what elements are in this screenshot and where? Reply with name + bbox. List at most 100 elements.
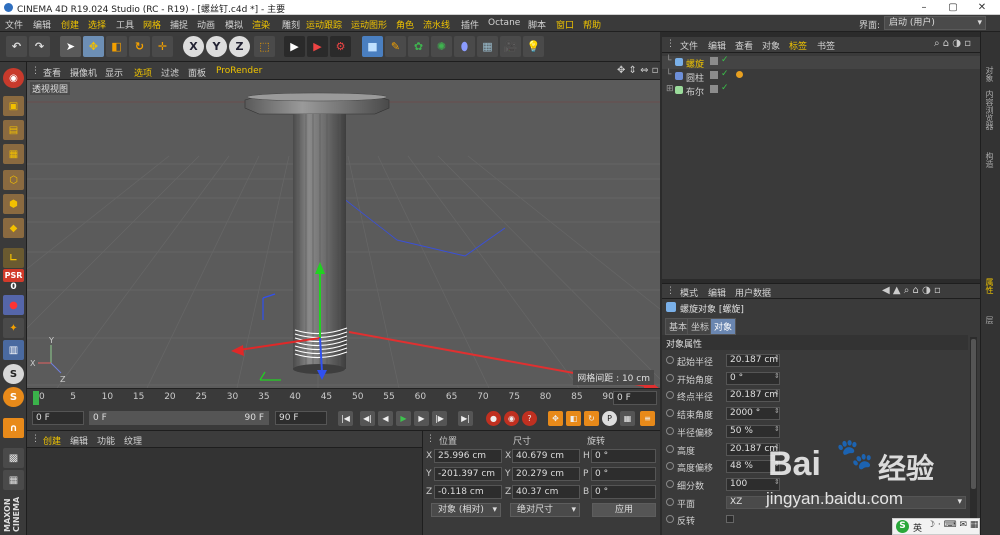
stepper-icon[interactable]: ⇕ (774, 407, 780, 415)
ime-tool-icons[interactable]: ☽ · ⌨ ✉ ▦ (927, 520, 978, 530)
material-menu-item[interactable]: 编辑 (70, 434, 88, 447)
checker-icon[interactable]: ▦ (3, 470, 24, 490)
timeline-menu-button[interactable]: ≡ (640, 411, 655, 426)
z-axis-arrow[interactable] (317, 370, 327, 380)
edges-mode-icon[interactable]: ⬢ (3, 194, 24, 214)
animate-radio[interactable] (666, 515, 674, 524)
snap-icon[interactable]: ✦ (3, 318, 24, 338)
key-rotation-button[interactable]: ↻ (584, 411, 599, 426)
points-mode-icon[interactable]: ⬡ (3, 170, 24, 190)
stepper-icon[interactable]: ⇕ (774, 372, 780, 380)
array-button[interactable]: ✺ (431, 36, 452, 57)
menu-item[interactable]: 运动图形 (351, 18, 387, 31)
am-nav-icons[interactable]: ◀ ▲ ⌕ ⌂ ◑ ▫ (882, 285, 941, 296)
reverse-checkbox[interactable] (726, 515, 734, 524)
key-scale-button[interactable]: ◧ (566, 411, 581, 426)
make-editable-icon[interactable]: ◉ (3, 68, 24, 88)
menu-item[interactable]: 模拟 (225, 18, 243, 31)
key-pla-button[interactable]: ▦ (620, 411, 635, 426)
animate-radio[interactable] (666, 497, 674, 506)
attribute-manager-menu-item[interactable]: 模式 (680, 286, 698, 299)
subdivision-button[interactable]: ✿ (408, 36, 429, 57)
perspective-viewport[interactable]: Y X Z 透视视图 网格间距 : 10 cm (27, 80, 660, 388)
object-row[interactable]: ⊞ 布尔 ✓ (662, 83, 980, 98)
prev-key-button[interactable]: ◀| (360, 411, 375, 426)
menu-item[interactable]: 渲染 (252, 18, 270, 31)
floor-button[interactable]: ▦ (477, 36, 498, 57)
attribute-value-field[interactable]: 20.187 cm (726, 354, 780, 367)
key-position-button[interactable]: ✥ (548, 411, 563, 426)
attribute-manager-menu-item[interactable]: 用户数据 (735, 286, 771, 299)
animate-radio[interactable] (666, 356, 674, 364)
y-axis-button[interactable]: Y (206, 36, 227, 57)
animate-radio[interactable] (666, 479, 674, 488)
solo-icon[interactable]: S (3, 364, 24, 384)
next-frame-button[interactable]: ▶ (414, 411, 429, 426)
animate-radio[interactable] (666, 444, 674, 453)
animate-radio[interactable] (666, 426, 674, 435)
keyframe-selection-button[interactable]: ? (522, 411, 537, 426)
rotation-field[interactable]: 0 ° (591, 449, 656, 463)
object-row[interactable]: └ 螺旋 ✓ (662, 55, 980, 70)
size-mode-select[interactable]: 绝对尺寸 ▾ (510, 503, 580, 517)
visibility-dots-icon[interactable] (710, 57, 718, 65)
menu-item[interactable]: 文件 (5, 18, 23, 31)
x-axis-button[interactable]: X (183, 36, 204, 57)
play-button[interactable]: ▶ (396, 411, 411, 426)
soft-selection-icon[interactable]: ▥ (3, 340, 24, 360)
pen-spline-button[interactable]: ✎ (385, 36, 406, 57)
side-tab[interactable]: 构造 (984, 152, 995, 168)
render-settings-button[interactable]: ⚙ (330, 36, 351, 57)
size-field[interactable]: 20.279 cm (512, 467, 580, 481)
menu-item[interactable]: 网格 (143, 18, 161, 31)
ime-language[interactable]: 英 (913, 521, 922, 534)
menu-item[interactable]: 流水线 (423, 18, 450, 31)
material-menu-item[interactable]: 创建 (43, 434, 61, 447)
menu-item[interactable]: 创建 (61, 18, 79, 31)
maximize-button[interactable]: ▢ (941, 1, 965, 14)
autokey-button[interactable]: ◉ (504, 411, 519, 426)
rotation-field[interactable]: 0 ° (591, 467, 656, 481)
stepper-icon[interactable]: ⇕ (774, 425, 780, 433)
attribute-tab[interactable]: 对象 (710, 318, 737, 335)
visibility-dots-icon[interactable] (710, 71, 718, 79)
object-manager-menu-item[interactable]: 查看 (735, 39, 753, 52)
menu-item[interactable]: 运动跟踪 (306, 18, 342, 31)
side-tab[interactable]: 对象 (984, 66, 995, 82)
viewport-menu-item[interactable]: ProRender (216, 66, 262, 76)
record-button[interactable]: ● (486, 411, 501, 426)
undo-button[interactable]: ↶ (6, 36, 27, 57)
tweak-mode-icon[interactable]: ● (3, 295, 24, 315)
menu-item[interactable]: 动画 (197, 18, 215, 31)
size-field[interactable]: 40.37 cm (512, 485, 580, 499)
side-tab[interactable]: 内容浏览器 (984, 90, 995, 130)
grid-icon[interactable]: ▩ (3, 448, 24, 468)
viewport-menu-item[interactable]: 显示 (105, 66, 123, 79)
start-frame-field[interactable]: 0 F (32, 411, 84, 425)
minimize-button[interactable]: – (912, 1, 936, 14)
object-row[interactable]: └ 圆柱 ✓ (662, 69, 980, 84)
attribute-manager-menu-item[interactable]: 编辑 (708, 286, 726, 299)
scale-tool-button[interactable]: ◧ (106, 36, 127, 57)
menu-item[interactable]: 工具 (116, 18, 134, 31)
cube-object-button[interactable]: ■ (362, 36, 383, 57)
coordinate-system-button[interactable]: ⬚ (254, 36, 275, 57)
ime-toolbar[interactable]: S 英 ☽ · ⌨ ✉ ▦ (892, 518, 980, 535)
size-field[interactable]: 40.679 cm (512, 449, 580, 463)
object-manager-menu-item[interactable]: 书签 (817, 39, 835, 52)
light-button[interactable]: 💡 (523, 36, 544, 57)
sculpt-icon[interactable]: S (3, 387, 24, 407)
viewport-nav-icons[interactable]: ✥ ⇕ ⇔ ▫ (617, 65, 658, 76)
render-picture-viewer-button[interactable]: ▶ (307, 36, 328, 57)
z-axis-button[interactable]: Z (229, 36, 250, 57)
menu-item[interactable]: 帮助 (583, 18, 601, 31)
position-field[interactable]: -0.118 cm (434, 485, 502, 499)
goto-end-button[interactable]: ▶| (458, 411, 473, 426)
object-manager-menu-item[interactable]: 对象 (762, 39, 780, 52)
coordinate-mode-select[interactable]: 对象 (相对) ▾ (431, 503, 501, 517)
timeline-ruler[interactable]: 0 5 10 15 20 25 30 35 40 45 50 55 60 65 70 75 80 85 90 0 F (27, 388, 660, 406)
animate-radio[interactable] (666, 409, 674, 418)
redo-button[interactable]: ↷ (29, 36, 50, 57)
menu-item[interactable]: 捕捉 (170, 18, 188, 31)
move-tool-button[interactable]: ✥ (83, 36, 104, 57)
